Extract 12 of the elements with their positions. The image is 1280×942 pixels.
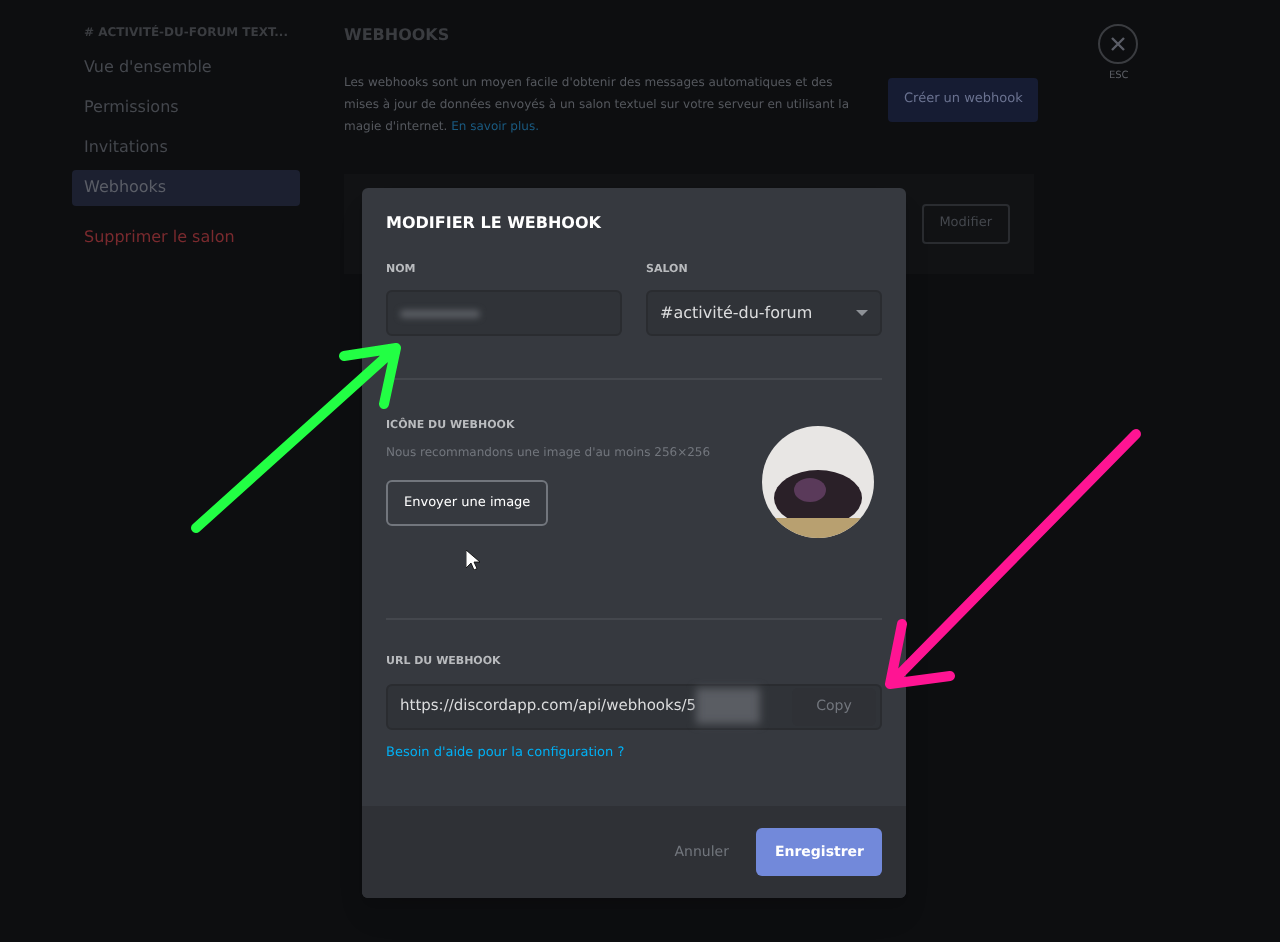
sidebar-item[interactable]: Vue d'ensemble xyxy=(72,50,300,86)
sidebar-item[interactable]: Invitations xyxy=(72,130,300,166)
close-icon xyxy=(1110,36,1127,52)
sidebar-item[interactable]: Webhooks xyxy=(72,170,300,206)
channel-select[interactable]: #activité-du-forum xyxy=(646,290,882,337)
caret-icon xyxy=(856,309,868,318)
delete-channel-link[interactable]: Supprimer le salon xyxy=(72,226,300,250)
cursor-icon xyxy=(466,550,480,571)
close-button[interactable] xyxy=(1098,24,1139,64)
name-field[interactable] xyxy=(386,290,622,337)
dialog-title: MODIFIER LE WEBHOOK xyxy=(386,212,603,236)
sidebar-item[interactable]: Permissions xyxy=(72,90,300,126)
